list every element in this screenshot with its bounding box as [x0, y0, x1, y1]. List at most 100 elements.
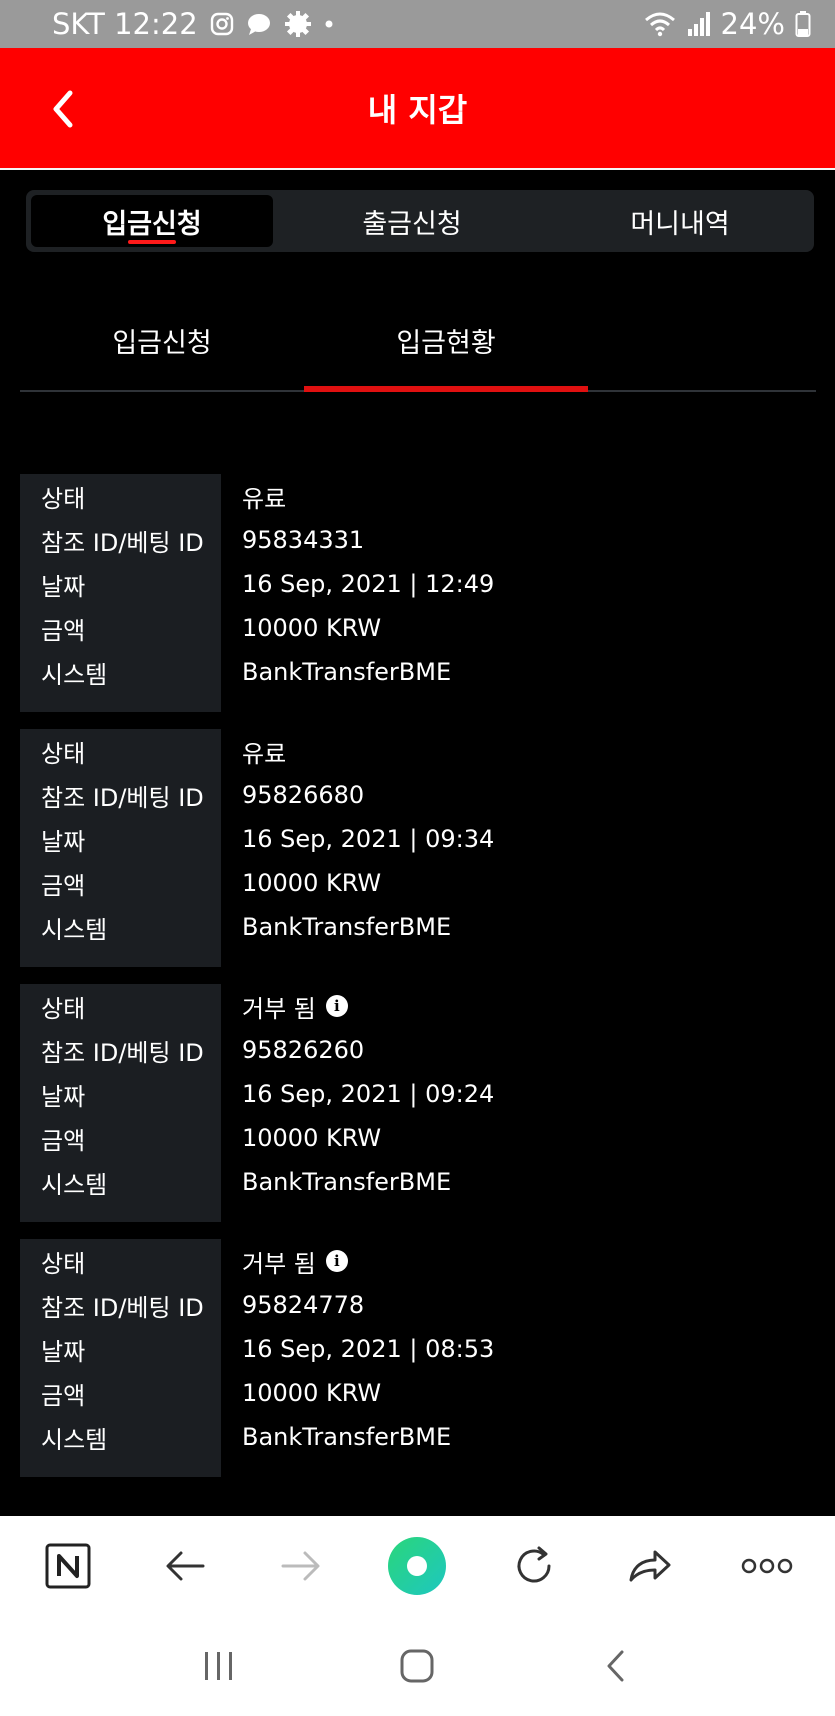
home-square-icon [400, 1649, 434, 1683]
subtab-deposit-request[interactable]: 입금신청 [20, 290, 304, 390]
chevron-left-icon [607, 1650, 624, 1682]
amount-value: 10000 KRW [242, 869, 382, 897]
status-label: 상태 [41, 739, 86, 768]
system-value: BankTransferBME [242, 913, 452, 941]
tab-label: 머니내역 [630, 208, 730, 240]
amount-value: 10000 KRW [242, 614, 382, 642]
system-back-button[interactable] [576, 1626, 656, 1706]
browser-back-button[interactable] [145, 1526, 225, 1606]
deposit-sub-tabs: 입금신청 입금현황 [20, 290, 816, 392]
browser-forward-button[interactable] [261, 1526, 341, 1606]
record-row-date: 날짜 16 Sep, 2021 | 12:49 [20, 562, 816, 606]
browser-refresh-button[interactable] [494, 1526, 574, 1606]
tab-money-history[interactable]: 머니내역 [546, 190, 814, 252]
record-row-amount: 금액 10000 KRW [20, 861, 816, 905]
app-header: 내 지갑 [0, 48, 835, 170]
browser-toolbar [0, 1516, 835, 1616]
info-icon[interactable]: i [325, 1250, 348, 1272]
status-label: 상태 [41, 484, 86, 513]
system-label: 시스템 [41, 915, 108, 944]
browser-menu-button[interactable] [727, 1526, 807, 1606]
record-row-ref: 참조 ID/베팅 ID 95826260 [20, 1028, 816, 1072]
recent-apps-button[interactable] [179, 1626, 259, 1706]
subtab-label: 입금현황 [396, 327, 496, 359]
info-icon[interactable]: i [325, 995, 348, 1017]
record-row-ref: 참조 ID/베팅 ID 95834331 [20, 518, 816, 562]
record-row-date: 날짜 16 Sep, 2021 | 09:24 [20, 1072, 816, 1116]
chevron-left-icon [53, 90, 73, 128]
system-label: 시스템 [41, 1425, 108, 1454]
subtab-deposit-status[interactable]: 입금현황 [304, 290, 588, 392]
recent-apps-icon [205, 1652, 233, 1680]
naver-home-button[interactable] [28, 1526, 108, 1606]
battery-percent: 24% [720, 7, 785, 41]
record-row-amount: 금액 10000 KRW [20, 606, 816, 650]
tab-label: 입금신청 [102, 208, 202, 240]
back-button[interactable] [38, 84, 88, 134]
more-dots-icon [741, 1558, 792, 1574]
record-row-ref: 참조 ID/베팅 ID 95826680 [20, 773, 816, 817]
status-bar: SKT 12:22 24% [0, 0, 835, 48]
amount-value: 10000 KRW [242, 1124, 382, 1152]
subtab-label: 입금신청 [112, 327, 212, 359]
status-label: 상태 [41, 994, 86, 1023]
naver-n-icon [45, 1543, 91, 1589]
date-value: 16 Sep, 2021 | 08:53 [242, 1335, 495, 1363]
settings-gear-icon [284, 10, 312, 38]
system-label: 시스템 [41, 660, 108, 689]
record-row-date: 날짜 16 Sep, 2021 | 09:34 [20, 817, 816, 861]
amount-label: 금액 [41, 616, 86, 645]
status-text: 거부 됨 [242, 994, 316, 1023]
ref-id-value: 95824778 [242, 1291, 365, 1319]
system-value: BankTransferBME [242, 1423, 452, 1451]
tab-deposit-request[interactable]: 입금신청 [31, 195, 273, 247]
browser-share-button[interactable] [610, 1526, 690, 1606]
home-button[interactable] [377, 1626, 457, 1706]
date-value: 16 Sep, 2021 | 09:34 [242, 825, 495, 853]
ref-id-value: 95834331 [242, 526, 365, 554]
ref-id-label: 참조 ID/베팅 ID [41, 783, 204, 812]
record-row-date: 날짜 16 Sep, 2021 | 08:53 [20, 1327, 816, 1371]
date-value: 16 Sep, 2021 | 09:24 [242, 1080, 495, 1108]
carrier-time: SKT 12:22 [52, 7, 198, 41]
record-row-system: 시스템 BankTransferBME [20, 650, 816, 694]
status-value: 거부 됨 i [242, 989, 348, 1024]
status-text: 유료 [242, 739, 287, 768]
amount-label: 금액 [41, 1381, 86, 1410]
ref-id-label: 참조 ID/베팅 ID [41, 528, 204, 557]
record-row-amount: 금액 10000 KRW [20, 1371, 816, 1415]
record-row-amount: 금액 10000 KRW [20, 1116, 816, 1160]
ref-id-label: 참조 ID/베팅 ID [41, 1038, 204, 1067]
ref-id-value: 95826680 [242, 781, 365, 809]
tab-withdraw-request[interactable]: 출금신청 [278, 190, 546, 252]
amount-label: 금액 [41, 871, 86, 900]
battery-icon [795, 10, 811, 38]
system-label: 시스템 [41, 1170, 108, 1199]
ref-id-value: 95826260 [242, 1036, 365, 1064]
tab-label: 출금신청 [362, 208, 462, 240]
system-nav-bar [0, 1616, 835, 1716]
system-value: BankTransferBME [242, 658, 452, 686]
record-row-system: 시스템 BankTransferBME [20, 1415, 816, 1459]
status-text: 유료 [242, 484, 287, 513]
status-text: 거부 됨 [242, 1249, 316, 1278]
record-row-system: 시스템 BankTransferBME [20, 1160, 816, 1204]
record-row-system: 시스템 BankTransferBME [20, 905, 816, 949]
instagram-icon [210, 12, 234, 36]
notification-dot-icon [324, 19, 334, 29]
browser-home-button[interactable] [377, 1526, 457, 1606]
signal-icon [687, 11, 711, 37]
deposit-record: 상태 유료 참조 ID/베팅 ID 95826680 날짜 16 Sep, 20… [20, 729, 816, 967]
page-title: 내 지갑 [367, 91, 468, 129]
record-row-status: 상태 거부 됨 i [20, 984, 816, 1028]
active-tab-indicator [128, 240, 176, 244]
wallet-tabs: 입금신청 출금신청 머니내역 [26, 190, 814, 252]
date-value: 16 Sep, 2021 | 12:49 [242, 570, 495, 598]
status-label: 상태 [41, 1249, 86, 1278]
record-row-status: 상태 거부 됨 i [20, 1239, 816, 1283]
amount-label: 금액 [41, 1126, 86, 1155]
wifi-icon [643, 10, 677, 38]
date-label: 날짜 [41, 572, 86, 601]
arrow-left-icon [166, 1551, 205, 1581]
share-arrow-icon [629, 1550, 671, 1582]
